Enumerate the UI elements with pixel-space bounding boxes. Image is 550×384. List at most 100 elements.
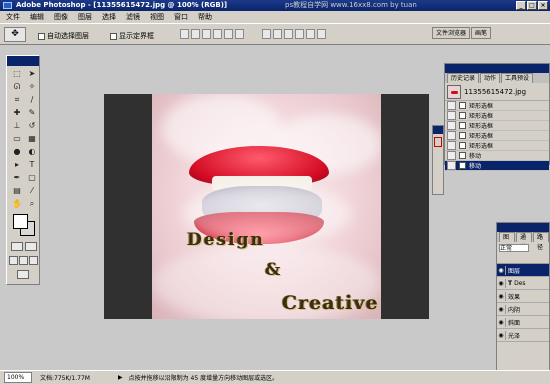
tab-channels[interactable]: 通道 bbox=[516, 232, 532, 251]
history-item[interactable]: 矩形选框 bbox=[445, 121, 549, 131]
screen-mode-full-menu-icon[interactable] bbox=[19, 256, 28, 265]
history-item[interactable]: 矩形选框 bbox=[445, 131, 549, 141]
lasso-tool-icon[interactable]: ᘏ bbox=[10, 81, 24, 93]
layers-panel-header[interactable] bbox=[497, 223, 549, 232]
eye-icon[interactable]: ◉ bbox=[497, 291, 506, 301]
menu-file[interactable]: 文件 bbox=[6, 12, 20, 22]
menu-edit[interactable]: 编辑 bbox=[30, 12, 44, 22]
tab-paths[interactable]: 路径 bbox=[533, 232, 549, 251]
document-canvas[interactable]: Design & Creative bbox=[104, 94, 429, 319]
history-item[interactable]: 矩形选框 bbox=[445, 111, 549, 121]
show-bounds-checkbox[interactable]: 显示定界框 bbox=[110, 31, 154, 41]
minimize-button[interactable]: _ bbox=[516, 1, 526, 10]
blur-tool-icon[interactable]: ● bbox=[10, 146, 24, 158]
distribute-bottom-icon[interactable] bbox=[284, 29, 293, 39]
move-tool-preset-icon[interactable]: ✥ bbox=[4, 27, 26, 42]
marquee-tool-icon[interactable]: ⬚ bbox=[10, 68, 24, 80]
type-tool-icon[interactable]: T bbox=[25, 159, 39, 171]
checkbox-box[interactable] bbox=[110, 32, 117, 40]
screen-mode-standard-icon[interactable] bbox=[9, 256, 18, 265]
tab-tool-presets[interactable]: 工具预设 bbox=[501, 73, 534, 83]
history-item[interactable]: 移动 bbox=[445, 151, 549, 161]
no-color-icon[interactable] bbox=[434, 137, 442, 147]
foreground-color-swatch[interactable] bbox=[13, 214, 28, 229]
distribute-top-icon[interactable] bbox=[262, 29, 271, 39]
jump-to-imageready-icon[interactable] bbox=[17, 270, 29, 279]
tab-layers[interactable]: 图层 bbox=[499, 232, 515, 251]
zoom-tool-icon[interactable]: ⌕ bbox=[25, 198, 39, 210]
type-layer-icon: T bbox=[508, 279, 513, 287]
align-top-icon[interactable] bbox=[180, 29, 189, 39]
eyedropper-icon[interactable]: ⁄ bbox=[25, 185, 39, 197]
align-left-icon[interactable] bbox=[213, 29, 222, 39]
align-bottom-icon[interactable] bbox=[202, 29, 211, 39]
healing-brush-icon[interactable]: ✚ bbox=[10, 107, 24, 119]
collapsed-color-panel[interactable] bbox=[432, 125, 444, 195]
align-center-icon[interactable] bbox=[224, 29, 233, 39]
menu-filter[interactable]: 滤镜 bbox=[126, 12, 140, 22]
tab-actions[interactable]: 动作 bbox=[480, 73, 501, 83]
dodge-tool-icon[interactable]: ◐ bbox=[25, 146, 39, 158]
align-right-icon[interactable] bbox=[235, 29, 244, 39]
layer-row[interactable]: ◉ T Des bbox=[497, 277, 549, 290]
menu-image[interactable]: 图像 bbox=[54, 12, 68, 22]
brush-tool-icon[interactable]: ✎ bbox=[25, 107, 39, 119]
document-size: 文档:775K/1.77M bbox=[40, 375, 90, 382]
magic-wand-tool-icon[interactable]: ✧ bbox=[25, 81, 39, 93]
layer-effect-row[interactable]: ◉ 内阴 bbox=[497, 303, 549, 316]
auto-select-checkbox[interactable]: 自动选择图层 bbox=[38, 31, 89, 41]
layer-effect-row[interactable]: ◉ 效果 bbox=[497, 290, 549, 303]
distribute-center-icon[interactable] bbox=[306, 29, 315, 39]
notes-tool-icon[interactable]: ▤ bbox=[10, 185, 24, 197]
canvas-image[interactable]: Design & Creative bbox=[152, 94, 381, 319]
eye-icon[interactable]: ◉ bbox=[497, 330, 506, 340]
eraser-tool-icon[interactable]: ▭ bbox=[10, 133, 24, 145]
play-arrow-icon[interactable]: ▶ bbox=[118, 374, 123, 381]
tab-file-browser[interactable]: 文件浏览器 bbox=[432, 27, 471, 39]
slice-tool-icon[interactable]: ∕ bbox=[25, 94, 39, 106]
crop-tool-icon[interactable]: ⌗ bbox=[10, 94, 24, 106]
menu-view[interactable]: 视图 bbox=[150, 12, 164, 22]
menu-select[interactable]: 选择 bbox=[102, 12, 116, 22]
eye-icon[interactable]: ◉ bbox=[497, 304, 506, 314]
quickmask-mode-icon[interactable] bbox=[25, 242, 37, 251]
toolbox-header[interactable] bbox=[7, 56, 39, 66]
checkbox-box[interactable] bbox=[38, 32, 45, 40]
photoshop-app-icon bbox=[3, 2, 12, 9]
pen-tool-icon[interactable]: ✒ bbox=[10, 172, 24, 184]
layer-row[interactable]: ◉ 图层 bbox=[497, 264, 549, 277]
screen-mode-full-icon[interactable] bbox=[29, 256, 38, 265]
path-selection-icon[interactable]: ▸ bbox=[10, 159, 24, 171]
history-item[interactable]: 矩形选框 bbox=[445, 101, 549, 111]
menu-layer[interactable]: 图层 bbox=[78, 12, 92, 22]
gradient-tool-icon[interactable]: ▦ bbox=[25, 133, 39, 145]
align-middle-icon[interactable] bbox=[191, 29, 200, 39]
clone-stamp-icon[interactable]: ⊥ bbox=[10, 120, 24, 132]
close-button[interactable]: × bbox=[538, 1, 548, 10]
eye-icon[interactable]: ◉ bbox=[497, 265, 506, 275]
maximize-button[interactable]: □ bbox=[527, 1, 537, 10]
distribute-buttons bbox=[262, 29, 326, 39]
distribute-left-icon[interactable] bbox=[295, 29, 304, 39]
distribute-middle-icon[interactable] bbox=[273, 29, 282, 39]
history-brush-icon[interactable]: ↺ bbox=[25, 120, 39, 132]
history-item[interactable]: 矩形选框 bbox=[445, 141, 549, 151]
eye-icon[interactable]: ◉ bbox=[497, 317, 506, 327]
standard-mode-icon[interactable] bbox=[11, 242, 23, 251]
menu-help[interactable]: 帮助 bbox=[198, 12, 212, 22]
layer-effect-row[interactable]: ◉ 光泽 bbox=[497, 329, 549, 342]
layer-effect-row[interactable]: ◉ 斜面 bbox=[497, 316, 549, 329]
move-icon bbox=[459, 162, 466, 169]
history-item-active[interactable]: 移动 bbox=[445, 161, 549, 171]
history-panel-header[interactable] bbox=[445, 64, 549, 73]
hand-tool-icon[interactable]: ✋ bbox=[10, 198, 24, 210]
zoom-field[interactable]: 100% bbox=[4, 372, 32, 383]
history-snapshot[interactable]: 11355615472.jpg bbox=[445, 83, 549, 101]
menu-window[interactable]: 窗口 bbox=[174, 12, 188, 22]
tab-brushes[interactable]: 画笔 bbox=[471, 27, 492, 39]
move-tool-icon[interactable]: ➤ bbox=[25, 68, 39, 80]
tab-history[interactable]: 历史记录 bbox=[447, 73, 480, 83]
eye-icon[interactable]: ◉ bbox=[497, 278, 506, 288]
shape-tool-icon[interactable]: ▢ bbox=[25, 172, 39, 184]
distribute-right-icon[interactable] bbox=[317, 29, 326, 39]
